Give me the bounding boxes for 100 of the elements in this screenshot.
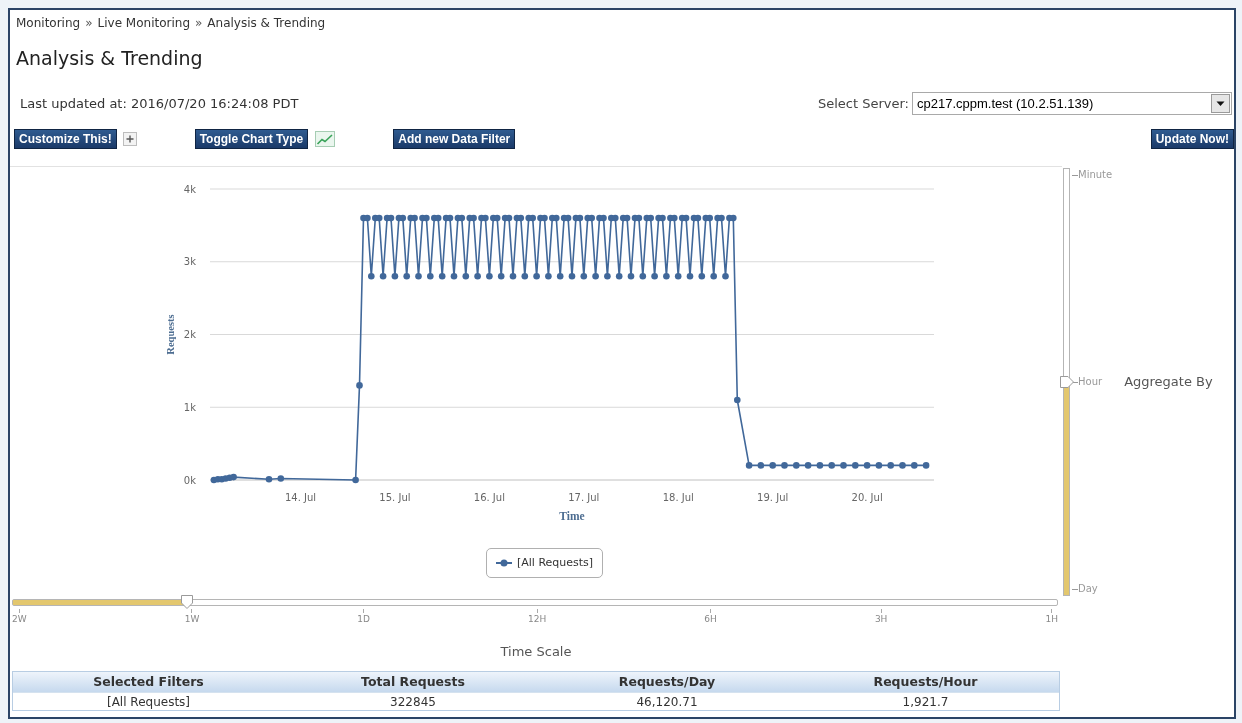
plus-icon[interactable] [122,132,137,146]
breadcrumb-link[interactable]: Live Monitoring [97,15,190,31]
data-point [533,273,540,280]
scale-tick-label: Hour [1078,375,1103,389]
data-point [769,462,776,469]
data-point [580,273,588,280]
update-now-button[interactable]: Update Now! [1150,129,1234,149]
data-point [545,273,552,280]
legend-swatch-icon [496,559,512,567]
data-point [793,462,800,469]
data-point [627,273,635,280]
breadcrumb-separator: » [85,15,93,31]
scale-tick-label: Minute [1078,168,1113,182]
slider-thumb[interactable] [181,595,194,609]
data-point [438,273,446,280]
data-point [816,462,824,469]
data-point [674,273,682,280]
data-point [556,273,564,280]
data-point [887,462,894,469]
data-point [462,273,470,280]
data-point [521,273,529,280]
data-point [663,273,670,280]
axis-tick-label: 17. Jul [568,492,600,503]
data-point [427,273,434,280]
toolbar-button[interactable]: Toggle Chart Type [194,129,309,149]
line-chart-icon[interactable] [315,131,336,147]
data-point [828,462,835,469]
data-point [852,462,859,469]
data-point [863,462,871,469]
select-server-label: Select Server: [817,94,909,113]
data-point [568,273,576,280]
data-point [899,462,906,469]
aggregate-by-label: Aggregate By [1124,373,1213,392]
toolbar-button[interactable]: Customize This! [14,129,117,149]
data-point [486,273,493,280]
data-point [710,273,717,280]
table-cell-text: 1,921.7 [901,694,950,711]
table-cell-text: 322845 [389,694,437,711]
legend-label[interactable]: [All Requests] [517,554,594,572]
data-point [922,462,930,469]
x-axis-title: Time [559,510,585,522]
y-axis-title: Requests [165,314,176,355]
column-header: Requests/Hour [872,673,979,691]
data-point [686,273,694,280]
table-cell-text: 46,120.71 [635,694,699,711]
axis-tick-label: 3k [183,256,196,268]
breadcrumb-link[interactable]: Monitoring [16,15,81,31]
data-point [509,273,517,280]
scale-tick-label: 6H [704,613,717,625]
data-point [368,273,375,280]
data-point [379,273,387,280]
breadcrumb-separator: » [195,15,203,31]
axis-tick-label: 19. Jul [757,492,789,503]
column-header: Selected Filters [92,673,205,691]
data-point [604,273,611,280]
data-point [497,273,505,280]
data-point [615,273,623,280]
axis-tick-label: 15. Jul [379,492,411,503]
data-point [722,273,729,280]
slider-thumb[interactable] [1060,376,1074,388]
last-updated-text: Last updated at: 2016/07/20 16:24:08 PDT [20,94,299,113]
data-point [403,273,410,280]
toolbar-button[interactable]: Add new Data Filter [393,129,516,149]
data-point [651,273,658,280]
scale-tick-label: 1W [184,613,200,625]
server-select[interactable]: cp217.cppm.test (10.2.51.139) [912,92,1232,115]
data-point [804,462,812,469]
data-point [734,396,741,404]
scale-tick-label: 2W [12,613,27,625]
axis-tick-label: 20. Jul [851,492,883,503]
scale-tick-label: 12H [528,613,547,625]
column-header: Requests/Day [617,673,717,691]
data-point [391,273,399,280]
data-point [745,462,753,469]
time-scale-label: Time Scale [500,644,572,660]
axis-tick-label: 1k [183,401,196,413]
scale-tick-label: 1H [1045,613,1058,625]
data-point [840,462,847,469]
axis-tick-label: 0k [183,474,196,486]
page-title: Analysis & Trending [16,46,203,71]
data-point [265,476,273,483]
data-point [352,476,359,484]
axis-tick-label: 4k [183,183,196,195]
data-point [781,462,788,469]
axis-tick-label: 16. Jul [473,492,505,503]
scale-tick-label: 1D [357,613,370,625]
axis-tick-label: 18. Jul [662,492,694,503]
data-point [450,273,458,280]
data-point [356,382,363,389]
data-point [698,273,706,280]
data-point [639,273,647,280]
data-point [277,475,285,482]
table-cell-text: [All Requests] [105,694,192,711]
scale-tick-label: 3H [874,613,888,625]
data-point [757,462,765,469]
data-point [911,462,918,469]
data-point [474,273,481,280]
data-point [415,273,422,280]
column-header: Total Requests [360,673,466,691]
axis-tick-label: 2k [183,329,196,340]
